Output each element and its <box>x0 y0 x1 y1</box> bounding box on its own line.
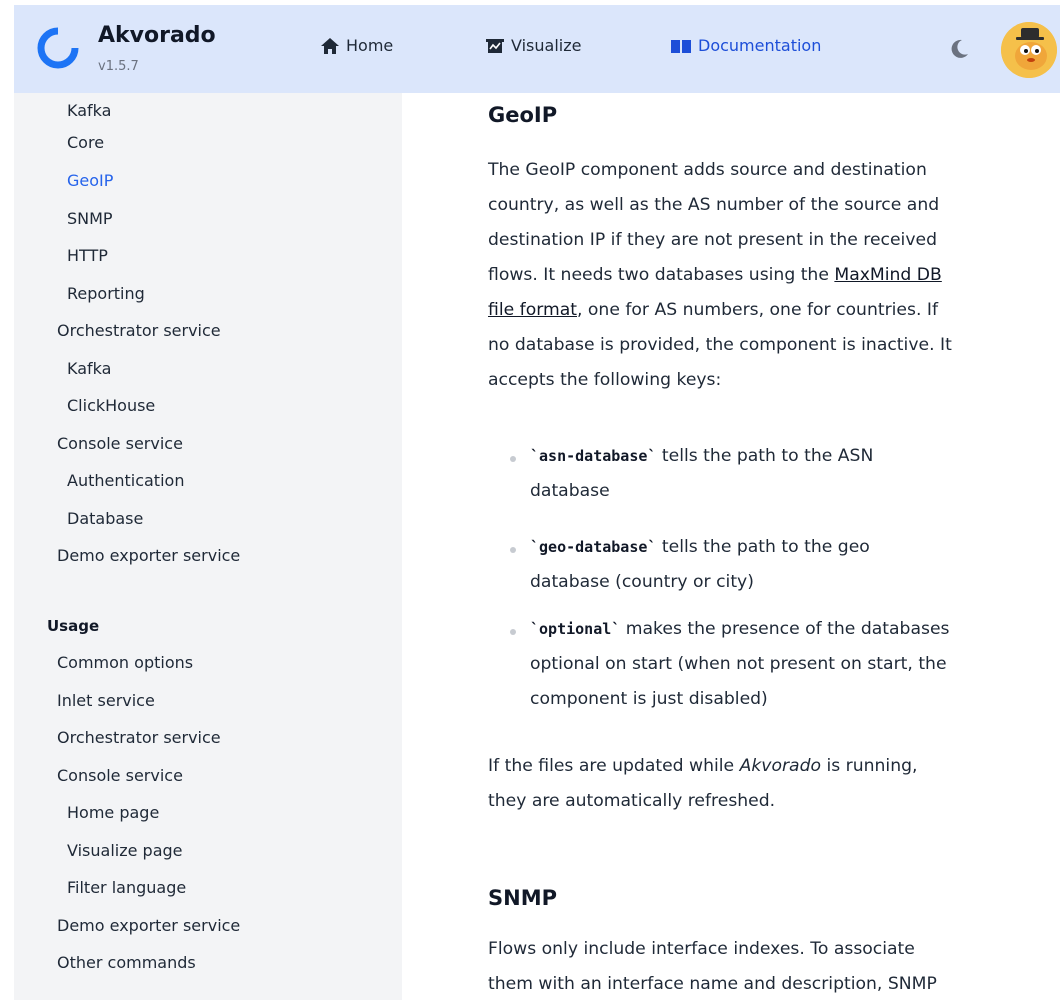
sidebar-item-http[interactable]: HTTP <box>67 248 108 264</box>
brand-version: v1.5.7 <box>98 59 139 74</box>
sidebar-item-orchestrator-kafka[interactable]: Kafka <box>67 361 111 377</box>
nav-visualize[interactable]: Visualize <box>485 37 581 55</box>
list-item-geo-database: `geo-database` tells the path to the geo… <box>530 530 1020 600</box>
dark-mode-toggle-icon[interactable] <box>948 38 970 60</box>
text-line: Flows only include interface indexes. To… <box>488 939 915 959</box>
text-span: If the files are updated while <box>488 756 740 776</box>
text-span: tells the path to the geo <box>656 537 870 557</box>
bullet-icon <box>510 547 516 553</box>
code-geo-database: `geo-database` <box>530 538 657 556</box>
sidebar-item-usage-demo-exporter-service[interactable]: Demo exporter service <box>57 918 240 934</box>
akvorado-logo-icon[interactable] <box>36 26 80 70</box>
nav-home[interactable]: Home <box>320 37 393 55</box>
list-item-asn-database: `asn-database` tells the path to the ASN… <box>530 439 1020 509</box>
docs-content: GeoIP The GeoIP component adds source an… <box>402 93 1060 1000</box>
text-span: is running, <box>821 756 918 776</box>
maxmind-link-part-1[interactable]: MaxMind DB <box>834 265 941 285</box>
sidebar-heading-usage: Usage <box>47 617 100 635</box>
sidebar-item-usage-orchestrator-service[interactable]: Orchestrator service <box>57 730 221 746</box>
chart-icon <box>486 39 504 53</box>
nav-documentation[interactable]: Documentation <box>670 37 821 55</box>
text-span: makes the presence of the databases <box>620 619 950 639</box>
sidebar-item-home-page[interactable]: Home page <box>67 805 159 821</box>
book-icon <box>671 40 691 53</box>
sidebar-item-common-options[interactable]: Common options <box>57 655 193 671</box>
brand-title[interactable]: Akvorado <box>98 25 216 47</box>
text-span: tells the path to the ASN <box>656 446 874 466</box>
text-span: , one for AS numbers, one for countries.… <box>576 300 938 320</box>
text-line: accepts the following keys: <box>488 370 722 390</box>
akvorado-emphasis: Akvorado <box>739 756 822 776</box>
sidebar-item-visualize-page[interactable]: Visualize page <box>67 843 183 859</box>
geoip-refresh-paragraph: If the files are updated while Akvorado … <box>488 749 1008 819</box>
section-title-snmp: SNMP <box>488 886 557 910</box>
docs-sidebar: Kafka Core GeoIP SNMP HTTP Reporting Orc… <box>14 93 402 1000</box>
text-line: If the files are updated while Akvorado … <box>488 749 1008 784</box>
text-line: component is just disabled) <box>530 689 768 709</box>
bullet-icon <box>510 629 516 635</box>
sidebar-item-geoip[interactable]: GeoIP <box>67 173 113 189</box>
text-line: them with an interface name and descript… <box>488 974 937 994</box>
maxmind-link-part-2[interactable]: file format <box>488 300 577 320</box>
text-line: `geo-database` tells the path to the geo <box>530 530 1020 565</box>
text-span: flows. It needs two databases using the <box>488 265 835 285</box>
text-line: database (country or city) <box>530 572 754 592</box>
text-line: country, as well as the AS number of the… <box>488 195 940 215</box>
bullet-icon <box>510 456 516 462</box>
code-asn-database: `asn-database` <box>530 447 657 465</box>
home-icon <box>321 38 339 54</box>
text-line: destination IP if they are not present i… <box>488 230 937 250</box>
sidebar-item-usage-console-service[interactable]: Console service <box>57 768 183 784</box>
nav-documentation-label: Documentation <box>698 36 822 55</box>
text-line: file format, one for AS numbers, one for… <box>488 293 1008 328</box>
sidebar-item-demo-exporter-service[interactable]: Demo exporter service <box>57 548 240 564</box>
text-line: `asn-database` tells the path to the ASN <box>530 439 1020 474</box>
sidebar-item-orchestrator-service[interactable]: Orchestrator service <box>57 323 221 339</box>
sidebar-item-other-commands[interactable]: Other commands <box>57 955 196 971</box>
cat-mascot-icon <box>1001 22 1057 78</box>
text-line: `optional` makes the presence of the dat… <box>530 612 1020 647</box>
text-line: database <box>530 481 610 501</box>
snmp-paragraph: Flows only include interface indexes. To… <box>488 932 1008 1000</box>
sidebar-item-core[interactable]: Core <box>67 135 104 151</box>
sidebar-item-inlet-service[interactable]: Inlet service <box>57 693 155 709</box>
sidebar-item-reporting[interactable]: Reporting <box>67 286 145 302</box>
nav-home-label: Home <box>346 36 394 55</box>
text-line: The GeoIP component adds source and dest… <box>488 160 927 180</box>
code-optional: `optional` <box>530 620 621 638</box>
text-line: no database is provided, the component i… <box>488 335 952 355</box>
sidebar-item-clickhouse[interactable]: ClickHouse <box>67 398 155 414</box>
sidebar-item-database[interactable]: Database <box>67 511 143 527</box>
sidebar-item-filter-language[interactable]: Filter language <box>67 880 186 896</box>
text-line: they are automatically refreshed. <box>488 791 776 811</box>
nav-visualize-label: Visualize <box>511 36 582 55</box>
text-line: flows. It needs two databases using the … <box>488 258 1008 293</box>
text-line: optional on start (when not present on s… <box>530 654 947 674</box>
sidebar-item-kafka[interactable]: Kafka <box>67 103 111 119</box>
sidebar-item-snmp[interactable]: SNMP <box>67 211 113 227</box>
section-title-geoip: GeoIP <box>488 103 558 127</box>
user-avatar[interactable] <box>1001 22 1057 78</box>
list-item-optional: `optional` makes the presence of the dat… <box>530 612 1020 717</box>
geoip-paragraph: The GeoIP component adds source and dest… <box>488 153 1008 398</box>
sidebar-item-authentication[interactable]: Authentication <box>67 473 184 489</box>
top-header: Akvorado v1.5.7 Home Visualize Documenta… <box>14 5 1060 93</box>
sidebar-item-console-service[interactable]: Console service <box>57 436 183 452</box>
